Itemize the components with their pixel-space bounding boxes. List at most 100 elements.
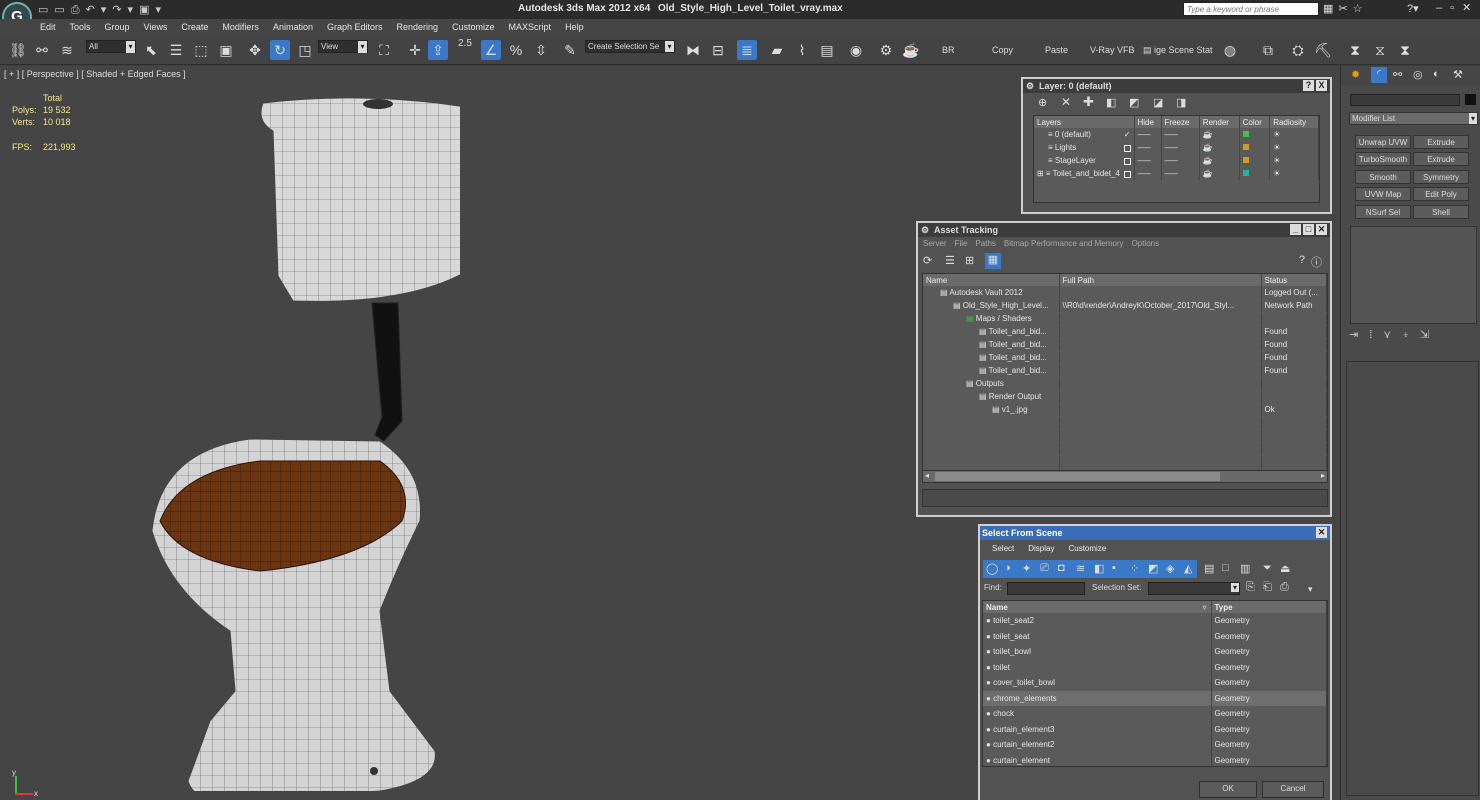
menu-select[interactable]: Select (992, 544, 1014, 553)
asset-row[interactable]: ▤ Toilet_and_bid... Found (923, 325, 1327, 339)
filter-options-icon[interactable]: ⏏ (1280, 562, 1290, 575)
scene-object-row[interactable]: ● cover_toilet_bowl Geometry (983, 675, 1327, 691)
menu-graph-editors[interactable]: Graph Editors (327, 19, 383, 35)
filter-spacewarps-icon[interactable]: ≋ (1076, 562, 1085, 575)
schematic-view-icon[interactable]: ▤ (817, 40, 837, 60)
menu-customize[interactable]: Customize (1068, 544, 1106, 553)
select-scene-close-button[interactable]: ✕ (1316, 527, 1327, 538)
col-object-name[interactable]: Name ▿ (983, 601, 1212, 613)
filter-cameras-icon[interactable]: ⎚ (1040, 562, 1049, 575)
layer-manager-window[interactable]: ⚙ Layer: 0 (default) ? X ⊕ ✕ ✚ ◧ ◩ ◪ ◨ L… (1021, 77, 1332, 214)
asset-menu-paths[interactable]: Paths (975, 239, 995, 248)
hierarchy-tab-icon[interactable]: ⚯ (1393, 68, 1402, 81)
graphite-tools-icon[interactable]: ▰ (767, 40, 787, 60)
highlight-layer-icon[interactable]: ◩ (1129, 96, 1139, 109)
layer-manager-title-bar[interactable]: ⚙ Layer: 0 (default) ? X (1023, 79, 1330, 93)
layer-color-swatch[interactable] (1242, 170, 1249, 176)
uvw-map-button[interactable]: UVW Map (1355, 187, 1411, 201)
render-icon[interactable]: ☕ (1199, 167, 1240, 180)
filter-helpers-icon[interactable]: ◘ (1058, 562, 1065, 574)
radiosity-icon[interactable]: ☀ (1269, 141, 1319, 154)
selection-set-dropdown[interactable]: ▾ (1148, 582, 1240, 595)
render-setup-icon[interactable]: ⚙ (876, 40, 896, 60)
layer-row[interactable]: ⊞ ≡ Toilet_and_bidet_4 ‒‒‒ ‒‒‒ ☕ ☀ (1034, 167, 1319, 180)
filter-containers-icon[interactable]: ◩ (1148, 562, 1158, 575)
bind-spacewarp-icon[interactable]: ≋ (57, 40, 77, 60)
scene-states-button[interactable]: ▤ ige Scene Stat (1143, 45, 1213, 56)
radiosity-icon[interactable]: ☀ (1269, 167, 1319, 180)
scale-icon[interactable]: ◳ (295, 40, 315, 60)
render-icon[interactable]: ☕ (1199, 154, 1240, 167)
ok-button[interactable]: OK (1199, 781, 1257, 798)
rotate-icon[interactable]: ↻ (270, 40, 290, 60)
object-name-field[interactable] (1350, 94, 1460, 106)
asset-row[interactable]: ▤ Old_Style_High_Level... \\R0\d\render\A… (923, 299, 1327, 313)
menu-help[interactable]: Help (565, 19, 584, 35)
render-icon[interactable]: ☕ (1199, 141, 1240, 154)
asset-row[interactable]: ▤ Outputs (923, 377, 1327, 391)
refresh-icon[interactable]: ⟳ (923, 254, 932, 267)
col-radiosity[interactable]: Radiosity (1269, 116, 1319, 128)
selset-remove-icon[interactable]: ⎙ (1280, 581, 1289, 594)
paste-button[interactable]: Paste (1045, 45, 1068, 55)
help-icon[interactable]: ?▾ (1407, 2, 1419, 15)
edit-poly-button[interactable]: Edit Poly (1413, 187, 1469, 201)
layer-color-swatch[interactable] (1242, 144, 1249, 150)
filter-icon[interactable]: ⏷ (1263, 562, 1272, 575)
scroll-left-icon[interactable]: ◂ (925, 471, 929, 480)
freeze-all-icon[interactable]: ◨ (1176, 96, 1186, 109)
modify-tab-icon[interactable]: ◜ (1371, 67, 1387, 83)
asset-help-icon[interactable]: ? (1299, 254, 1305, 266)
render-icon[interactable]: ☕ (1199, 128, 1240, 141)
modifier-stack[interactable] (1350, 226, 1477, 324)
menu-customize[interactable]: Customize (452, 19, 495, 35)
asset-row[interactable]: ▤ Toilet_and_bid... Found (923, 351, 1327, 365)
pivot-center-icon[interactable]: ⛶ (374, 40, 394, 60)
new-layer-icon[interactable]: ⊕ (1038, 96, 1047, 109)
layer-manager-icon[interactable]: ≣ (737, 40, 757, 60)
asset-maximize-button[interactable]: □ (1303, 224, 1314, 235)
asset-menu-bitmap[interactable]: Bitmap Performance and Memory (1004, 239, 1124, 248)
asset-menu-server[interactable]: Server (923, 239, 947, 248)
br-button[interactable]: BR (942, 45, 955, 55)
scrollbar-thumb[interactable] (935, 472, 1220, 481)
asset-menu-options[interactable]: Options (1132, 239, 1160, 248)
table-view-icon[interactable]: ▦ (985, 253, 1001, 269)
layer-color-swatch[interactable] (1242, 157, 1249, 163)
unlink-icon[interactable]: ⚯ (32, 40, 52, 60)
scene-object-row[interactable]: ● toilet Geometry (983, 659, 1327, 675)
window-controls[interactable]: –▫✕ (1436, 1, 1479, 14)
link-icon[interactable]: ⛓ (8, 40, 28, 60)
menu-views[interactable]: Views (144, 19, 168, 35)
col-name[interactable]: Name (923, 274, 1060, 286)
horizontal-scrollbar[interactable]: ◂ ▸ (923, 470, 1327, 482)
move-icon[interactable]: ✥ (245, 40, 265, 60)
menu-modifiers[interactable]: Modifiers (222, 19, 259, 35)
select-manipulate-icon[interactable]: ✛ (405, 40, 425, 60)
extra-tool-4-icon[interactable]: ⧗ (1345, 40, 1365, 60)
scene-object-row[interactable]: ● toilet_seat Geometry (983, 628, 1327, 644)
quick-access-toolbar[interactable]: ▭▭⎙↶▾↷▾▣▾ (38, 3, 178, 16)
extra-tool-2-icon[interactable]: ⛭ (1288, 40, 1308, 60)
asset-row[interactable]: ▤ Toilet_and_bid... Found (923, 338, 1327, 352)
asset-row[interactable]: ▤ Autodesk Vault 2012 Logged Out (... (923, 286, 1327, 300)
select-scene-title-bar[interactable]: Select From Scene ✕ (980, 526, 1330, 540)
layer-current-checkbox[interactable] (1123, 171, 1131, 178)
search-input[interactable] (1183, 2, 1319, 16)
motion-tab-icon[interactable]: ◎ (1413, 68, 1423, 81)
spinner-snap-icon[interactable]: ⇳ (531, 40, 551, 60)
col-layers[interactable]: Layers (1034, 116, 1135, 128)
selset-new-icon[interactable]: ⎘ (1246, 581, 1255, 594)
modifier-list-dropdown[interactable]: Modifier List ▾ (1349, 112, 1478, 125)
extra-tool-3-icon[interactable]: ⛏ (1313, 40, 1333, 60)
filter-groups-icon[interactable]: ◧ (1094, 562, 1104, 575)
asset-close-button[interactable]: ✕ (1316, 224, 1327, 235)
asset-row[interactable]: ▤ Maps / Shaders (923, 312, 1327, 326)
menu-animation[interactable]: Animation (273, 19, 313, 35)
material-editor-icon[interactable]: ◉ (846, 40, 866, 60)
find-input[interactable] (1007, 582, 1085, 595)
menu-group[interactable]: Group (105, 19, 130, 35)
scene-object-row[interactable]: ● curtain_element3 Geometry (983, 721, 1327, 737)
extra-tool-5-icon[interactable]: ⧖ (1370, 40, 1390, 60)
menu-display[interactable]: Display (1028, 544, 1054, 553)
